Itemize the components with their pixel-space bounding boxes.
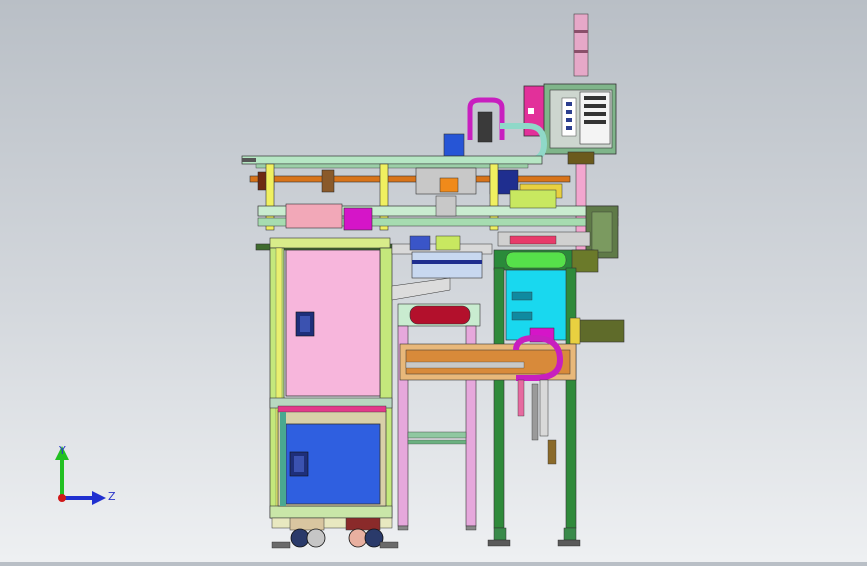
- machine-model[interactable]: [0, 0, 867, 562]
- x-axis-dot: [58, 494, 66, 502]
- coordinate-triad: Y Z: [55, 444, 116, 505]
- z-axis-label: Z: [108, 490, 116, 503]
- pink-cabinet-door: [285, 249, 381, 397]
- y-axis-label: Y: [58, 444, 66, 457]
- blue-cabinet-door: [277, 405, 387, 507]
- cad-viewport[interactable]: Y Z: [0, 0, 867, 562]
- lower-rail: [399, 334, 577, 465]
- control-box: [523, 83, 617, 165]
- middle-section: [391, 235, 493, 527]
- caster-wheels: [271, 517, 399, 549]
- leveling-feet: [397, 525, 581, 547]
- red-roller: [409, 305, 471, 325]
